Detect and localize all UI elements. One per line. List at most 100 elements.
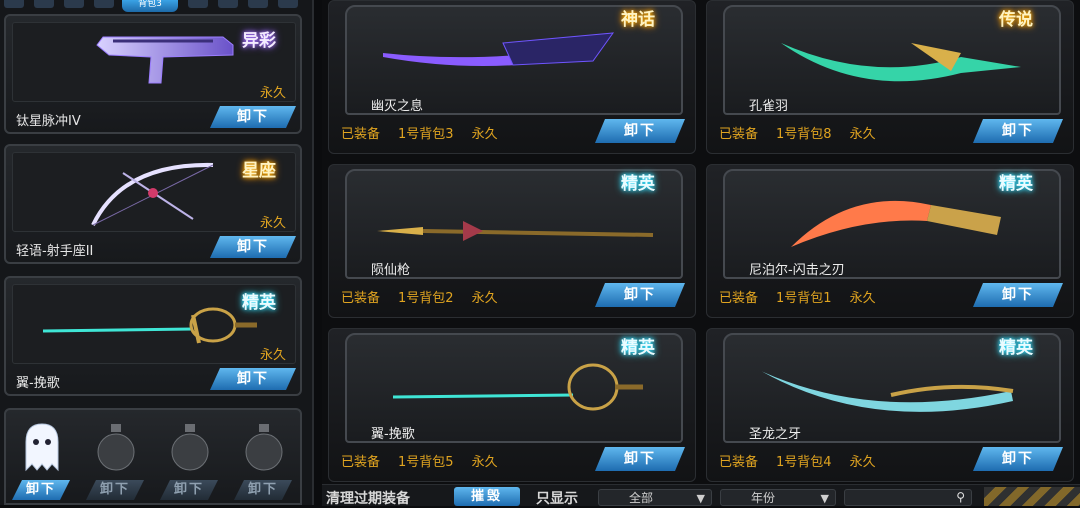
unequip-button[interactable]: 卸下 xyxy=(973,119,1063,143)
duration-label: 永久 xyxy=(260,216,287,231)
duration-label: 永久 xyxy=(260,86,287,101)
bag-tab[interactable] xyxy=(34,0,54,8)
unequip-button[interactable]: 卸下 xyxy=(595,119,685,143)
bag-slot: 1号背包2 xyxy=(398,291,454,306)
unequip-button[interactable]: 卸下 xyxy=(595,447,685,471)
hazard-stripe-decoration xyxy=(984,487,1080,506)
rarity-badge: 精英 xyxy=(621,174,655,194)
chevron-down-icon: ▼ xyxy=(696,492,705,505)
unequip-button[interactable]: 卸下 xyxy=(210,106,296,128)
duration-label: 永久 xyxy=(471,455,498,470)
bag-tab[interactable] xyxy=(278,0,298,8)
unequip-button[interactable]: 卸下 xyxy=(86,480,144,500)
unequip-button[interactable]: 卸下 xyxy=(210,368,296,390)
chevron-down-icon: ▼ xyxy=(820,492,829,505)
rarity-badge: 传说 xyxy=(999,10,1033,30)
throwable-slots-card: 卸下 卸下 卸下 卸下 xyxy=(4,408,302,505)
equipped-status: 已装备 xyxy=(341,127,381,142)
weapon-name: 翼-挽歌 xyxy=(371,427,415,442)
equip-info: 已装备 1号背包5 永久 xyxy=(341,451,516,470)
throwable-slot[interactable]: 卸下 xyxy=(232,414,296,504)
equipped-status: 已装备 xyxy=(341,291,381,306)
unequip-button[interactable]: 卸下 xyxy=(973,447,1063,471)
inventory-grid: 幽灭之息 神话 已装备 1号背包3 永久 卸下 孔雀羽 传说 已装备 1号背包8 永久 … xyxy=(322,0,1080,507)
inventory-weapon-card[interactable]: 幽灭之息 神话 已装备 1号背包3 永久 卸下 xyxy=(328,0,696,154)
throwable-slot[interactable]: 卸下 xyxy=(10,414,74,504)
duration-label: 永久 xyxy=(471,291,498,306)
weapon-name: 尼泊尔-闪击之刃 xyxy=(749,263,845,278)
equip-info: 已装备 1号背包1 永久 xyxy=(719,287,894,306)
category-filter-select[interactable]: 全部 ▼ xyxy=(598,489,712,506)
bag-tab-active[interactable]: 背包3 xyxy=(122,0,178,12)
weapon-name: 圣龙之牙 xyxy=(749,427,802,442)
rarity-badge: 星座 xyxy=(242,161,276,181)
year-filter-value: 年份 xyxy=(751,491,776,505)
equipped-sidebar: 背包3 异彩 永久 钛星脉冲IV 卸下 星座 永久 轻语-射手座II 卸下 精英… xyxy=(0,0,314,505)
bag-slot: 1号背包8 xyxy=(776,127,832,142)
destroy-button[interactable]: 摧毁 xyxy=(454,487,520,506)
weapon-name: 翼-挽歌 xyxy=(16,376,60,391)
duration-label: 永久 xyxy=(260,348,287,363)
equipped-weapon-card[interactable]: 精英 永久 翼-挽歌 卸下 xyxy=(4,276,302,396)
search-input[interactable]: ⚲ xyxy=(844,489,972,506)
grenade-icon xyxy=(171,424,209,471)
equipped-weapon-card[interactable]: 星座 永久 轻语-射手座II 卸下 xyxy=(4,144,302,264)
bag-slot: 1号背包1 xyxy=(776,291,832,306)
bag-tab[interactable] xyxy=(64,0,84,8)
clear-expired-label: 清理过期装备 xyxy=(326,491,410,507)
duration-label: 永久 xyxy=(849,291,876,306)
duration-label: 永久 xyxy=(849,127,876,142)
inventory-weapon-card[interactable]: 圣龙之牙 精英 已装备 1号背包4 永久 卸下 xyxy=(706,328,1074,482)
unequip-button[interactable]: 卸下 xyxy=(12,480,70,500)
weapon-name: 幽灭之息 xyxy=(371,99,424,114)
unequip-button[interactable]: 卸下 xyxy=(234,480,292,500)
rarity-badge: 异彩 xyxy=(242,31,276,51)
inventory-weapon-card[interactable]: 孔雀羽 传说 已装备 1号背包8 永久 卸下 xyxy=(706,0,1074,154)
bag-tabs: 背包3 xyxy=(0,0,312,12)
bag-slot: 1号背包3 xyxy=(398,127,454,142)
weapon-name: 陨仙枪 xyxy=(371,263,411,278)
rarity-badge: 精英 xyxy=(999,338,1033,358)
weapon-name: 孔雀羽 xyxy=(749,99,789,114)
show-only-label: 只显示 xyxy=(536,491,578,507)
rarity-badge: 精英 xyxy=(621,338,655,358)
equipped-status: 已装备 xyxy=(719,455,759,470)
search-icon[interactable]: ⚲ xyxy=(956,490,965,504)
weapon-name: 钛星脉冲IV xyxy=(16,114,81,129)
throwable-slot[interactable]: 卸下 xyxy=(158,414,222,504)
throwable-slot[interactable]: 卸下 xyxy=(84,414,148,504)
equip-info: 已装备 1号背包3 永久 xyxy=(341,123,516,142)
bag-tab[interactable] xyxy=(218,0,238,8)
duration-label: 永久 xyxy=(849,455,876,470)
equip-info: 已装备 1号背包2 永久 xyxy=(341,287,516,306)
category-filter-value: 全部 xyxy=(629,491,654,505)
duration-label: 永久 xyxy=(471,127,498,142)
bag-tab[interactable] xyxy=(188,0,208,8)
bag-slot: 1号背包5 xyxy=(398,455,454,470)
grenade-icon xyxy=(245,424,283,471)
ghost-icon xyxy=(25,423,59,472)
weapon-name: 轻语-射手座II xyxy=(16,244,94,259)
unequip-button[interactable]: 卸下 xyxy=(210,236,296,258)
grenade-icon xyxy=(97,424,135,471)
year-filter-select[interactable]: 年份 ▼ xyxy=(720,489,836,506)
inventory-toolbar: 清理过期装备 摧毁 只显示 全部 ▼ 年份 ▼ ⚲ xyxy=(322,484,1080,507)
inventory-weapon-card[interactable]: 尼泊尔-闪击之刃 精英 已装备 1号背包1 永久 卸下 xyxy=(706,164,1074,318)
equipped-status: 已装备 xyxy=(719,291,759,306)
equipped-status: 已装备 xyxy=(719,127,759,142)
unequip-button[interactable]: 卸下 xyxy=(160,480,218,500)
equip-info: 已装备 1号背包8 永久 xyxy=(719,123,894,142)
equipped-status: 已装备 xyxy=(341,455,381,470)
unequip-button[interactable]: 卸下 xyxy=(595,283,685,307)
inventory-weapon-card[interactable]: 翼-挽歌 精英 已装备 1号背包5 永久 卸下 xyxy=(328,328,696,482)
equipped-weapon-card[interactable]: 异彩 永久 钛星脉冲IV 卸下 xyxy=(4,14,302,134)
rarity-badge: 精英 xyxy=(242,293,276,313)
bag-slot: 1号背包4 xyxy=(776,455,832,470)
rarity-badge: 精英 xyxy=(999,174,1033,194)
bag-tab[interactable] xyxy=(248,0,268,8)
bag-tab[interactable] xyxy=(4,0,24,8)
unequip-button[interactable]: 卸下 xyxy=(973,283,1063,307)
inventory-weapon-card[interactable]: 陨仙枪 精英 已装备 1号背包2 永久 卸下 xyxy=(328,164,696,318)
bag-tab[interactable] xyxy=(94,0,114,8)
rarity-badge: 神话 xyxy=(621,10,655,30)
